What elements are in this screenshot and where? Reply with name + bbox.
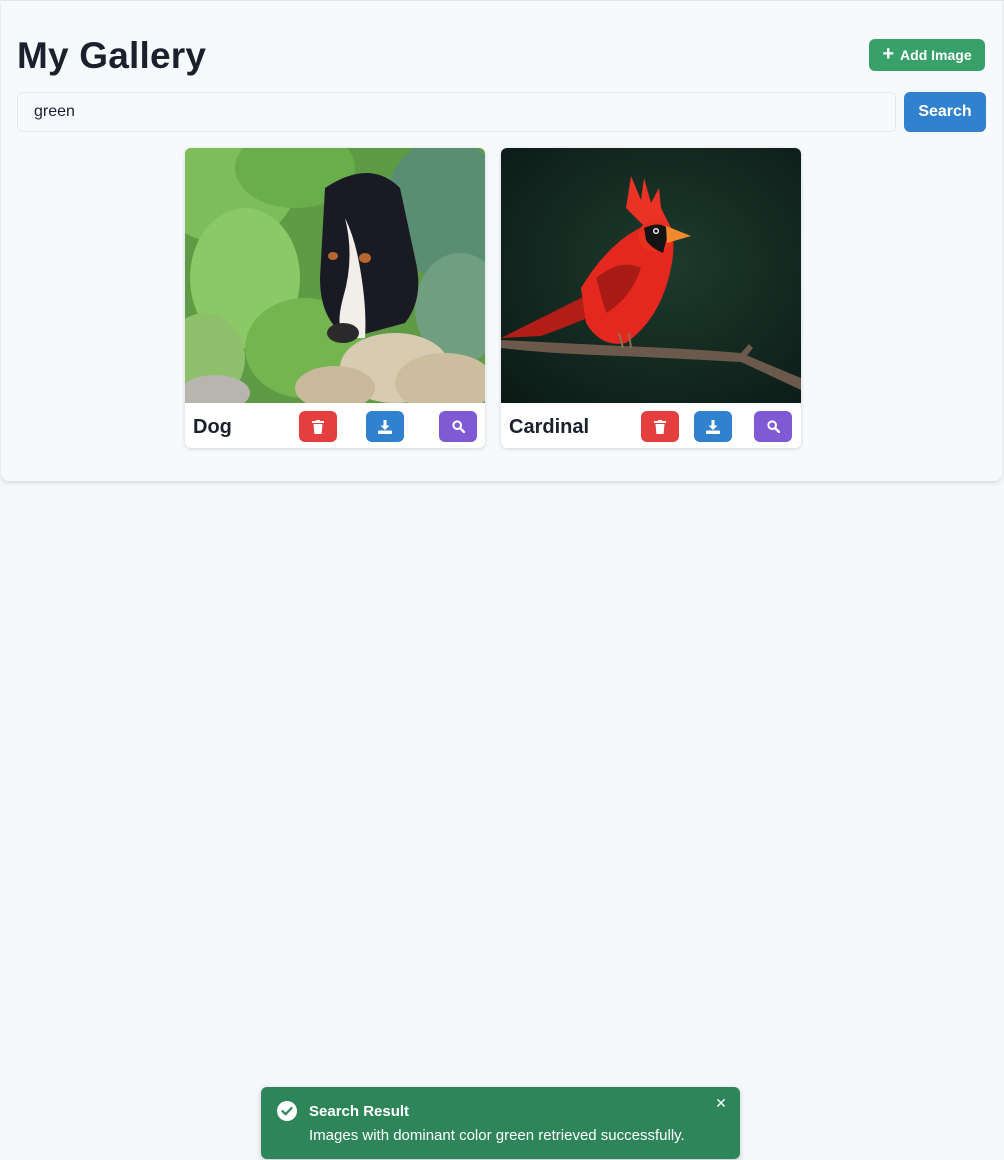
image-card-cardinal: Cardinal (501, 148, 801, 448)
card-title: Dog (193, 416, 232, 438)
magnify-icon (766, 420, 780, 433)
check-circle-icon (277, 1101, 297, 1121)
trash-icon (312, 419, 324, 434)
download-icon (378, 419, 392, 434)
cardinal-image[interactable] (501, 148, 801, 403)
plus-icon: + (882, 43, 895, 65)
gallery-page: My Gallery + Add Image Search (0, 0, 1004, 1160)
search-input[interactable] (17, 92, 896, 132)
view-button[interactable] (439, 411, 477, 442)
add-image-button[interactable]: + Add Image (869, 39, 985, 71)
toast-notification: Search Result Images with dominant color… (261, 1087, 740, 1159)
close-icon[interactable]: ✕ (712, 1095, 730, 1113)
dog-image[interactable] (185, 148, 485, 403)
toast-title: Search Result (309, 1103, 410, 1120)
toast-message: Images with dominant color green retriev… (309, 1127, 685, 1144)
search-button[interactable]: Search (904, 92, 986, 132)
card-title: Cardinal (509, 416, 590, 438)
add-image-label: Add Image (900, 47, 972, 63)
trash-icon (654, 419, 666, 434)
delete-button[interactable] (299, 411, 337, 442)
delete-button[interactable] (641, 411, 679, 442)
magnify-icon (451, 420, 465, 433)
download-button[interactable] (366, 411, 404, 442)
download-icon (706, 419, 720, 434)
image-card-dog: Dog (185, 148, 485, 448)
view-button[interactable] (754, 411, 792, 442)
page-title: My Gallery (17, 35, 207, 76)
gallery-panel: My Gallery + Add Image Search (1, 1, 1002, 481)
download-button[interactable] (694, 411, 732, 442)
